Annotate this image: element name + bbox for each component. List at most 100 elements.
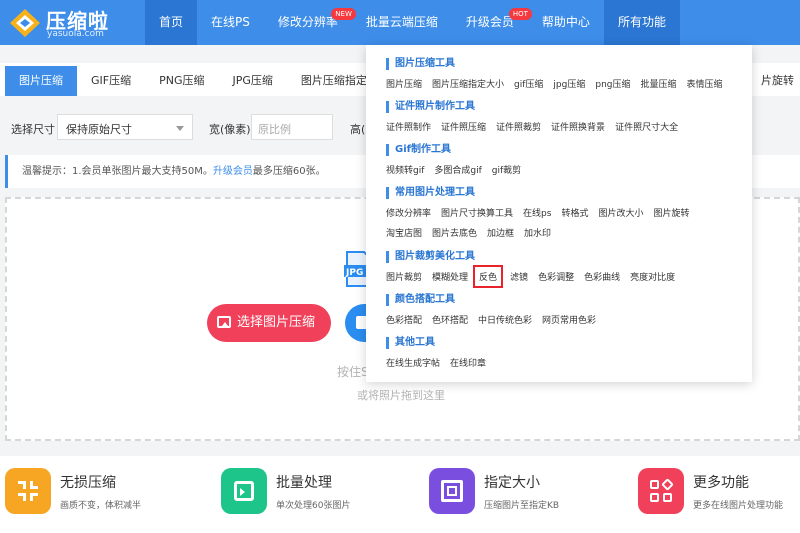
feature-title: 批量处理 [276,475,332,491]
compress-icon [5,468,51,514]
menu-item[interactable]: 网页常用色彩 [542,313,596,326]
menu-item[interactable]: 图片尺寸换算工具 [441,206,513,219]
menu-item[interactable]: 图片去底色 [432,226,477,239]
menu-item[interactable]: 图片裁剪 [386,270,422,283]
image-icon [217,316,231,328]
menu-item[interactable]: 色彩曲线 [584,270,620,283]
logo[interactable]: 压缩啦 yasuola.com [10,5,135,41]
top-navbar: 压缩啦 yasuola.com 首页 在线PS 修改分辨率 NEW 批量云端压缩 … [0,0,800,45]
menu-item[interactable]: 证件照换背景 [551,120,605,133]
menu-item[interactable]: 加水印 [524,226,551,239]
nav-resolution[interactable]: 修改分辨率 NEW [264,0,356,45]
menu-item[interactable]: 图片改大小 [598,206,643,219]
logo-icon [10,9,40,37]
section-title: 其他工具 [386,336,496,350]
feature-desc: 单次处理60张图片 [276,501,351,511]
size-label: 选择尺寸 [11,123,55,136]
nav-label: 帮助中心 [541,15,590,29]
menu-item[interactable]: 中日传统色彩 [478,313,532,326]
menu-item-invert-highlighted[interactable]: 反色 [473,265,504,288]
nav-online-ps[interactable]: 在线PS [197,0,264,45]
section-common-tools: 常用图片处理工具 修改分辨率 图片尺寸换算工具 在线ps 转格式 图片改大小 图… [386,186,699,239]
section-image-compress: 图片压缩工具 图片压缩 图片压缩指定大小 gif压缩 jpg压缩 png压缩 批… [386,57,733,90]
all-functions-dropdown: 图片压缩工具 图片压缩 图片压缩指定大小 gif压缩 jpg压缩 png压缩 批… [366,45,752,382]
menu-item[interactable]: gif压缩 [514,77,543,90]
nav-batch-cloud[interactable]: 批量云端压缩 [352,0,452,45]
section-title: 常用图片处理工具 [386,186,699,200]
section-title: 图片压缩工具 [386,57,733,71]
drop-hint: 或将照片拖到这里 [357,389,445,402]
nav-label: 批量云端压缩 [365,15,438,29]
nav-home[interactable]: 首页 [145,0,198,45]
section-crop-beautify: 图片裁剪美化工具 图片裁剪 模糊处理 反色 滤镜 色彩调整 色彩曲线 亮度对比度 [386,250,685,288]
section-id-photo: 证件照片制作工具 证件照制作 证件照压缩 证件照裁剪 证件照换背景 证件照尺寸大… [386,100,688,133]
menu-item[interactable]: 亮度对比度 [630,270,675,283]
menu-item[interactable]: 色彩搭配 [386,313,422,326]
nav-label: 所有功能 [617,15,666,29]
menu-item[interactable]: 证件照尺寸大全 [615,120,678,133]
menu-item[interactable]: 图片压缩 [386,77,422,90]
tab-png-compress[interactable]: PNG压缩 [145,66,218,96]
menu-item[interactable]: 淘宝店图 [386,226,422,239]
nav-help[interactable]: 帮助中心 [528,0,604,45]
drag-hint: 按住S [337,365,369,379]
nav-label: 首页 [159,15,184,29]
menu-item[interactable]: 表情压缩 [687,77,723,90]
menu-item[interactable]: 在线印章 [450,356,486,369]
menu-item[interactable]: 在线生成字帖 [386,356,440,369]
menu-item[interactable]: 加边框 [487,226,514,239]
menu-item[interactable]: 滤镜 [510,270,528,283]
menu-item[interactable]: 图片旋转 [653,206,689,219]
height-label: 高( [350,123,366,136]
feature-desc: 更多在线图片处理功能 [693,501,784,511]
menu-item[interactable]: 模糊处理 [432,270,468,283]
size-select[interactable]: 保持原始尺寸 [57,114,193,140]
section-title: 证件照片制作工具 [386,100,688,114]
menu-item[interactable]: 在线ps [523,206,551,219]
nav-all-functions[interactable]: 所有功能 [603,0,680,45]
feature-title: 指定大小 [484,475,540,491]
menu-item[interactable]: gif裁剪 [492,163,521,176]
width-input[interactable]: 原比例 [251,114,333,140]
menu-item[interactable]: 证件照制作 [386,120,431,133]
main-nav: 首页 在线PS 修改分辨率 NEW 批量云端压缩 升级会员 HOT 帮助中心 所有功… [145,0,680,45]
feature-desc: 压缩图片至指定KB [484,501,560,511]
tab-jpg-compress[interactable]: JPG压缩 [219,66,287,96]
section-other: 其他工具 在线生成字帖 在线印章 [386,336,496,369]
nav-label: 升级会员 [465,15,514,29]
menu-item[interactable]: 转格式 [561,206,588,219]
section-title: 颜色搭配工具 [386,293,606,307]
tab-rotate[interactable]: 片旋转 [761,66,794,96]
feature-title: 更多功能 [693,475,749,491]
menu-item[interactable]: jpg压缩 [553,77,585,90]
menu-item[interactable]: 色环搭配 [432,313,468,326]
menu-item[interactable]: 证件照裁剪 [496,120,541,133]
menu-item[interactable]: 图片压缩指定大小 [432,77,504,90]
section-title: 图片裁剪美化工具 [386,250,685,264]
crop-icon [429,468,475,514]
menu-item[interactable]: 证件照压缩 [441,120,486,133]
section-title: Gif制作工具 [386,143,531,157]
size-select-value: 保持原始尺寸 [66,123,132,136]
menu-item[interactable]: 色彩调整 [538,270,574,283]
tab-image-compress[interactable]: 图片压缩 [5,66,77,96]
features-strip: 无损压缩 画质不变，体积减半 批量处理 单次处理60张图片 指定大小 压缩图片至… [0,456,800,533]
menu-item[interactable]: 修改分辨率 [386,206,431,219]
menu-item[interactable]: png压缩 [595,77,630,90]
nav-label: 在线PS [211,15,250,29]
batch-icon [221,468,267,514]
feature-desc: 画质不变，体积减半 [60,501,142,511]
select-image-button[interactable]: 选择图片压缩 [207,304,331,342]
menu-item[interactable]: 视频转gif [386,163,424,176]
menu-item[interactable]: 多图合成gif [434,163,481,176]
nav-upgrade-vip[interactable]: 升级会员 HOT [452,0,532,45]
tab-gif-compress[interactable]: GIF压缩 [77,66,145,96]
menu-item[interactable]: 批量压缩 [641,77,677,90]
upgrade-vip-link[interactable]: 升级会员 [213,166,253,177]
notice-text: 温馨提示：1.会员单张图片最大支持50M。 [22,166,213,177]
chevron-down-icon [176,126,184,131]
section-gif: Gif制作工具 视频转gif 多图合成gif gif裁剪 [386,143,531,176]
svg-text:JPG: JPG [345,268,363,278]
width-label: 宽(像素) [209,123,251,136]
select-image-label: 选择图片压缩 [237,315,316,330]
